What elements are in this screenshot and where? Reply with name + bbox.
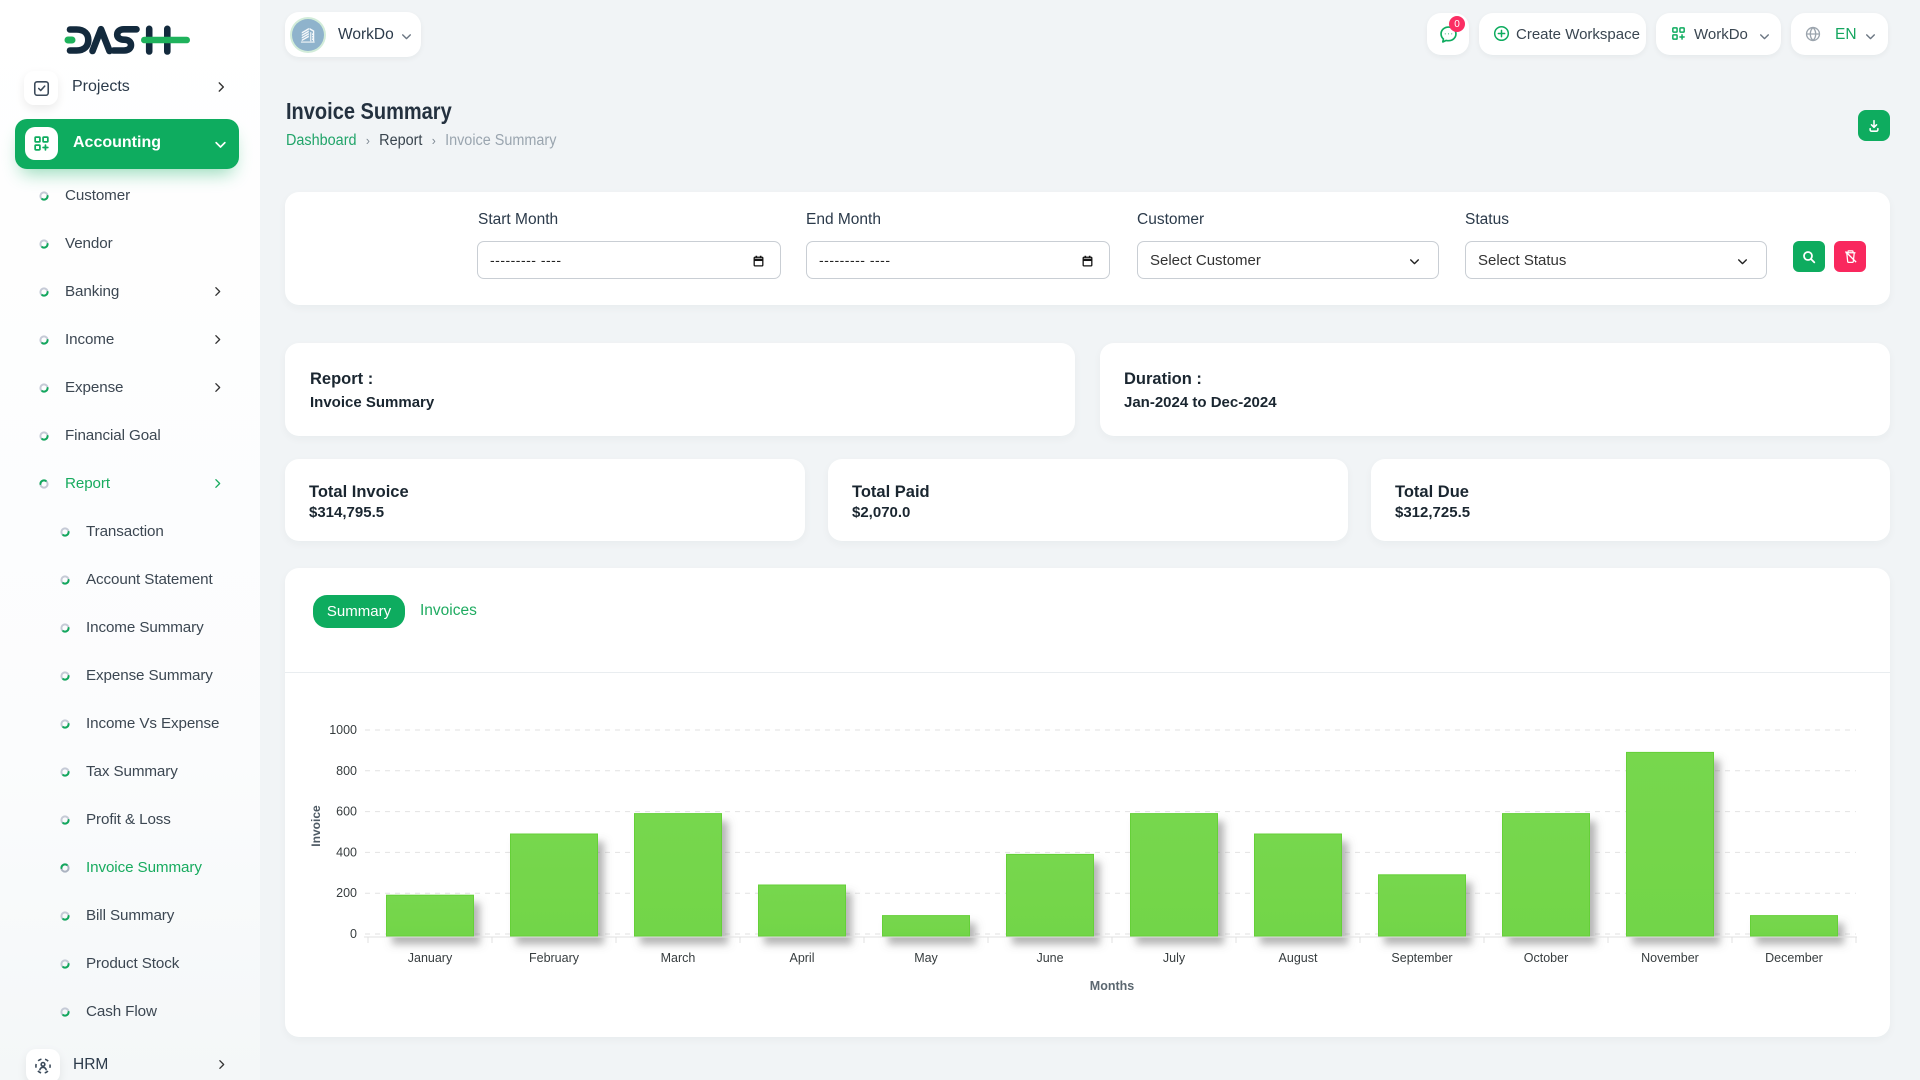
svg-text:0: 0 <box>350 927 357 941</box>
svg-text:1000: 1000 <box>329 723 357 737</box>
svg-text:August: August <box>1279 951 1318 965</box>
svg-text:December: December <box>1765 951 1823 965</box>
svg-text:800: 800 <box>336 764 357 778</box>
svg-text:200: 200 <box>336 886 357 900</box>
svg-text:November: November <box>1641 951 1699 965</box>
svg-text:600: 600 <box>336 805 357 819</box>
svg-text:February: February <box>529 951 580 965</box>
svg-text:400: 400 <box>336 845 357 859</box>
svg-text:March: March <box>661 951 696 965</box>
svg-text:June: June <box>1036 951 1063 965</box>
svg-text:October: October <box>1524 951 1568 965</box>
svg-text:May: May <box>914 951 938 965</box>
svg-text:Invoice: Invoice <box>309 805 323 847</box>
svg-text:January: January <box>408 951 453 965</box>
svg-text:September: September <box>1391 951 1452 965</box>
svg-text:April: April <box>789 951 814 965</box>
svg-text:Months: Months <box>1090 979 1134 993</box>
svg-text:July: July <box>1163 951 1186 965</box>
